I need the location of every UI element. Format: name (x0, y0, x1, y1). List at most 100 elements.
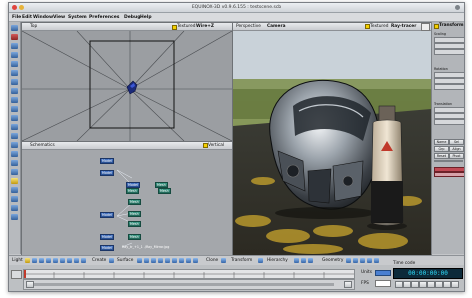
rotate-tool-icon[interactable] (11, 52, 18, 58)
geometry-label[interactable]: Geometry (322, 258, 343, 263)
menu-preferences[interactable]: Preferences (89, 15, 119, 20)
rotate-z-field[interactable] (434, 84, 464, 90)
edge-tool-icon[interactable] (11, 70, 18, 76)
surface-icon[interactable] (137, 258, 142, 263)
primitive-icon[interactable] (109, 258, 114, 263)
name-button[interactable]: Name (434, 139, 449, 145)
snap-tool-icon[interactable] (11, 160, 18, 166)
render-tool-icon[interactable] (11, 205, 18, 211)
mirror-tool-icon[interactable] (11, 142, 18, 148)
move-tool-icon[interactable] (11, 43, 18, 49)
schematic-mesh-node[interactable]: Mesh (126, 188, 139, 194)
ungroup-icon[interactable] (308, 258, 313, 263)
sweep-icon[interactable] (165, 258, 170, 263)
menu-file[interactable]: File (12, 15, 21, 20)
patch-icon[interactable] (144, 258, 149, 263)
face-tool-icon[interactable] (11, 79, 18, 85)
menu-window[interactable]: Window (33, 15, 53, 20)
grid-tool-icon[interactable] (11, 151, 18, 157)
color-swatch[interactable] (434, 172, 464, 177)
transform-icon[interactable] (258, 258, 263, 263)
menu-help[interactable]: Help (140, 15, 152, 20)
stop-icon[interactable] (419, 281, 427, 288)
pan-tool-icon[interactable] (11, 124, 18, 130)
scale-z-field[interactable] (434, 49, 464, 55)
loft-icon[interactable] (158, 258, 163, 263)
orbit-tool-icon[interactable] (11, 106, 18, 112)
points-icon[interactable] (360, 258, 365, 263)
group-icon[interactable] (301, 258, 306, 263)
tag-tool-icon[interactable] (11, 34, 18, 40)
wire-mode-label[interactable]: Wire+Z (196, 24, 214, 29)
schematics-canvas[interactable]: Model Model Model Mesh Mesh Mesh Mesh Mo… (22, 150, 232, 255)
geometry-icon[interactable] (346, 258, 351, 263)
surface-label[interactable]: Surface (117, 258, 133, 263)
mesh-icon[interactable] (353, 258, 358, 263)
schematic-node[interactable]: Model (100, 245, 114, 251)
rewind-icon[interactable] (395, 281, 403, 288)
schematic-node[interactable]: Model (100, 158, 114, 164)
scrubber-track[interactable] (34, 283, 334, 286)
clone-icon[interactable] (221, 258, 226, 263)
smooth-icon[interactable] (186, 258, 191, 263)
faces-icon[interactable] (374, 258, 379, 263)
light-icon[interactable] (25, 258, 30, 263)
loop-icon[interactable] (451, 281, 459, 288)
fast-forward-icon[interactable] (443, 281, 451, 288)
fps-field[interactable] (375, 280, 391, 287)
transform-label[interactable]: Transform (231, 258, 252, 263)
spot-icon[interactable] (32, 258, 37, 263)
step-back-icon[interactable] (403, 281, 411, 288)
camera-label[interactable]: Camera (267, 24, 285, 29)
pivot-button[interactable]: Pivot (449, 153, 464, 159)
point-light-icon[interactable] (53, 258, 58, 263)
material-tool-icon[interactable] (11, 187, 18, 193)
texture-tool-icon[interactable] (11, 196, 18, 202)
clone-label[interactable]: Clone (206, 258, 218, 263)
hierarchy-label[interactable]: Hierarchy (267, 258, 288, 263)
schematic-mesh-node[interactable]: Mesh (128, 221, 141, 227)
vertex-tool-icon[interactable] (11, 88, 18, 94)
sel-button[interactable]: Sel (449, 139, 464, 145)
scrubber-left-icon[interactable] (26, 281, 34, 288)
perspective-viewport[interactable]: Perspective Camera Textured Ray-tracer (232, 22, 432, 256)
scale-tool-icon[interactable] (11, 61, 18, 67)
sun-icon[interactable] (39, 258, 44, 263)
script-tool-icon[interactable] (11, 214, 18, 220)
schematic-node[interactable]: Model (100, 170, 114, 176)
light-bulb-icon[interactable] (11, 178, 18, 184)
zoom-tool-icon[interactable] (11, 115, 18, 121)
schematic-mesh-node[interactable]: Mesh (128, 199, 141, 205)
area-light-icon[interactable] (46, 258, 51, 263)
extrude-icon[interactable] (172, 258, 177, 263)
nurbs-icon[interactable] (151, 258, 156, 263)
reset-button[interactable]: Reset (434, 153, 449, 159)
camera-tool-icon[interactable] (11, 97, 18, 103)
schematic-mesh-node[interactable]: Mesh (128, 211, 141, 217)
select-tool-icon[interactable] (11, 25, 18, 31)
grp-button[interactable]: Grp (434, 146, 449, 152)
bevel-icon[interactable] (179, 258, 184, 263)
units-field[interactable] (375, 270, 391, 276)
glow-icon[interactable] (74, 258, 79, 263)
schematic-mesh-node[interactable]: Mesh (158, 188, 171, 194)
align-button[interactable]: Align (449, 146, 464, 152)
menu-view[interactable]: View (53, 15, 65, 20)
play-icon[interactable] (427, 281, 435, 288)
schematic-node[interactable]: Model (100, 234, 114, 240)
raytracer-label[interactable]: Ray-tracer (391, 24, 416, 29)
top-viewport-canvas[interactable] (22, 31, 232, 141)
play-back-icon[interactable] (411, 281, 419, 288)
maximize-icon[interactable] (455, 5, 460, 10)
link-tool-icon[interactable] (11, 133, 18, 139)
fog-icon[interactable] (67, 258, 72, 263)
paint-tool-icon[interactable] (11, 169, 18, 175)
top-viewport[interactable]: Top Textured Wire+Z (21, 22, 233, 142)
menu-edit[interactable]: Edit (22, 15, 32, 20)
edges-icon[interactable] (367, 258, 372, 263)
schematic-node[interactable]: Model (100, 212, 114, 218)
subdivide-icon[interactable] (193, 258, 198, 263)
timeline-options-icon[interactable] (11, 270, 22, 279)
timeline-ruler[interactable] (23, 269, 355, 279)
shadow-icon[interactable] (81, 258, 86, 263)
